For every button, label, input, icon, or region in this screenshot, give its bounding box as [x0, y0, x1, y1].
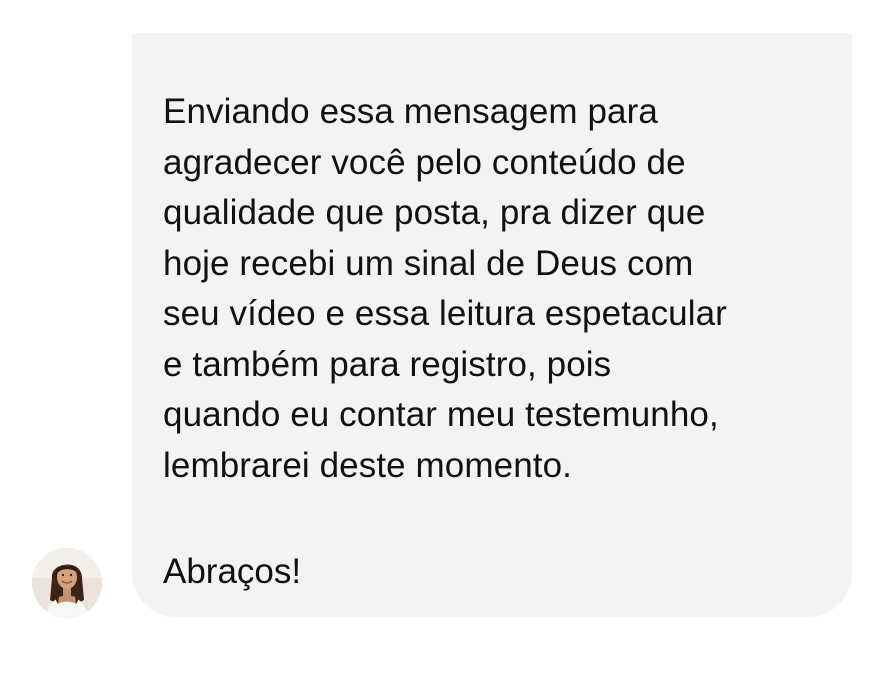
message-bubble[interactable]: Enviando essa mensagem para agradecer vo…: [132, 33, 852, 617]
avatar-photo-icon: [32, 548, 102, 618]
message-signoff-text: Abraços!: [163, 552, 302, 591]
message-body-text: Enviando essa mensagem para agradecer vo…: [163, 92, 727, 485]
received-message-row: Enviando essa mensagem para agradecer vo…: [0, 0, 889, 684]
sender-avatar[interactable]: [32, 548, 102, 618]
chat-thread: Enviando essa mensagem para agradecer vo…: [0, 0, 889, 684]
